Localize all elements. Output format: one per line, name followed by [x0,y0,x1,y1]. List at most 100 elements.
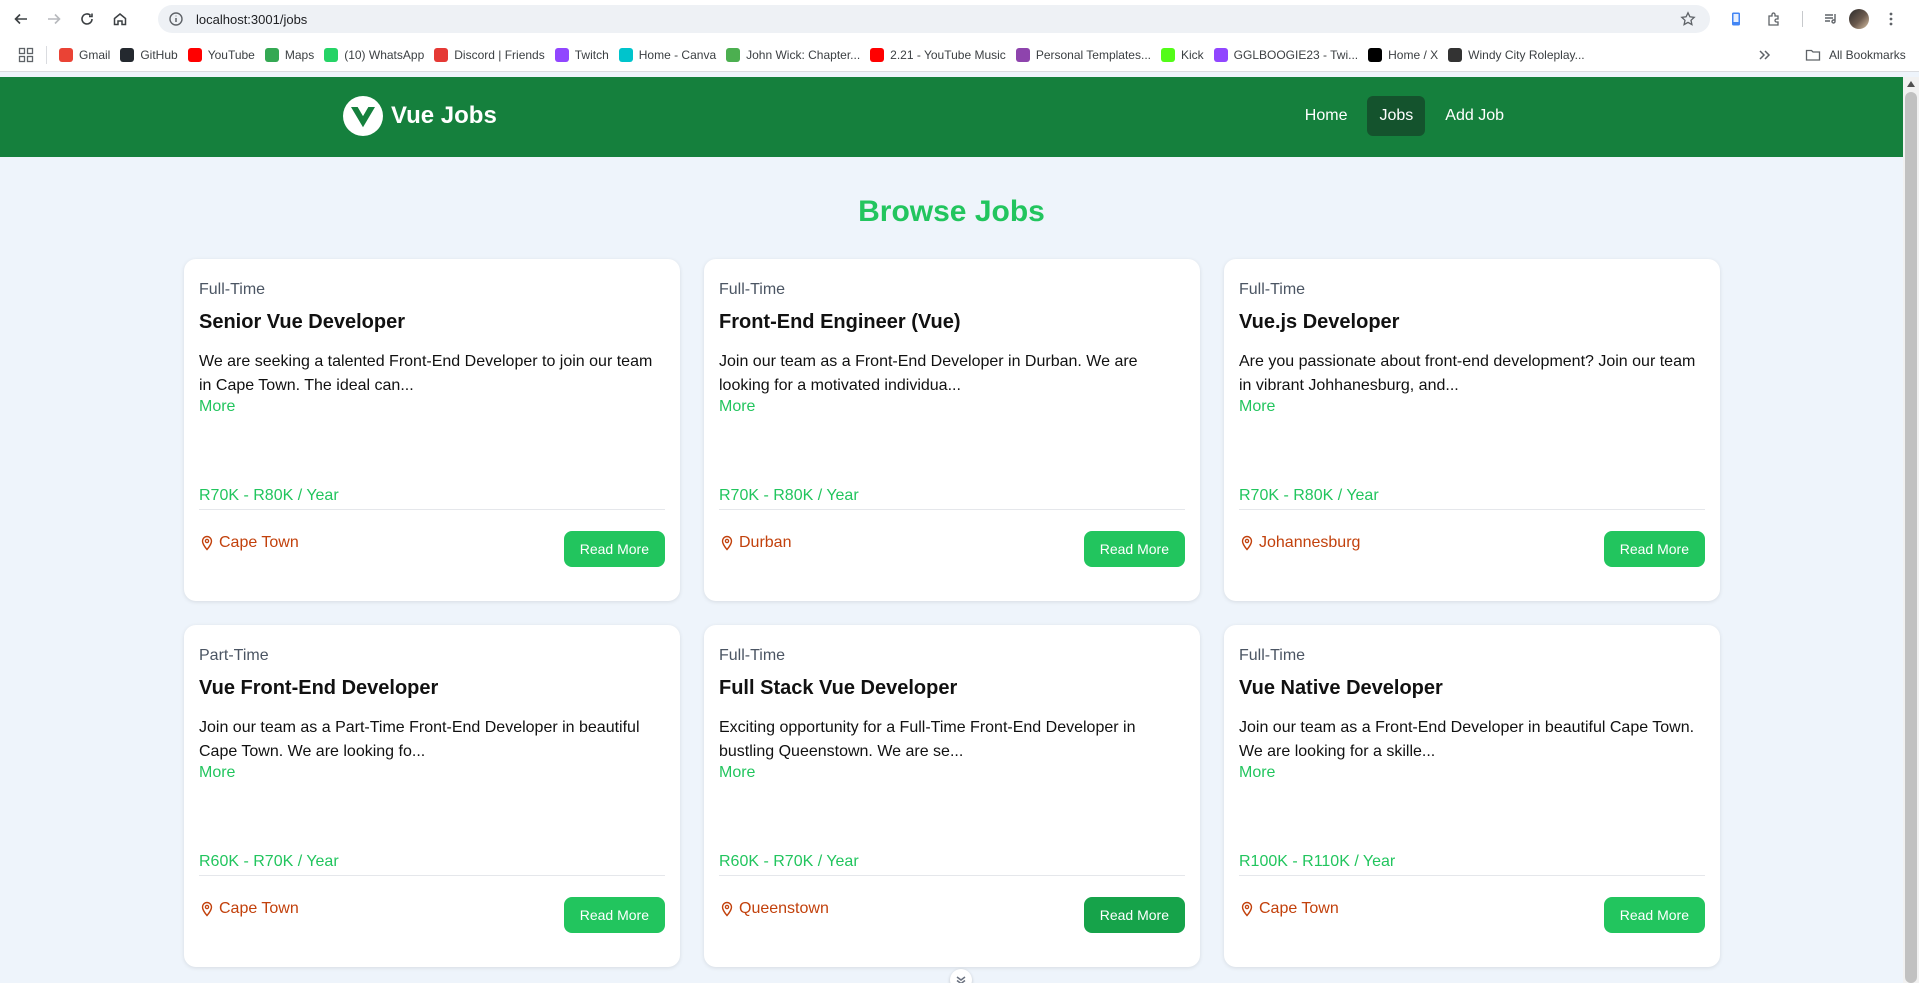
bookmark-item[interactable]: YouTube [183,43,260,67]
profile-avatar[interactable] [1849,9,1869,29]
more-toggle-link[interactable]: More [719,764,1185,782]
extension-phone-icon[interactable] [1726,9,1746,29]
job-location-text: Queenstown [739,900,829,917]
folder-icon [1805,49,1821,61]
bookmark-label: John Wick: Chapter... [746,47,861,62]
vue-logo-icon [343,96,383,136]
bookmark-item[interactable]: Twitch [550,43,614,67]
bookmark-item[interactable]: (10) WhatsApp [319,43,429,67]
bookmark-label: Discord | Friends [454,47,545,62]
bookmark-item[interactable]: Windy City Roleplay... [1443,43,1589,67]
job-type: Part-Time [199,647,269,664]
bookmark-item[interactable]: Home / X [1363,43,1443,67]
read-more-button[interactable]: Read More [1083,531,1185,567]
nav-jobs-link[interactable]: Jobs [1367,96,1426,136]
more-bookmarks-chevron-icon[interactable] [1757,47,1773,63]
bookmark-item[interactable]: Gmail [54,43,115,67]
job-salary: R100K - R110K / Year [1239,853,1396,870]
more-toggle-link[interactable]: More [1239,398,1705,416]
media-controls-icon[interactable] [1821,9,1841,29]
job-salary: R60K - R70K / Year [719,853,859,870]
read-more-button[interactable]: Read More [563,897,665,933]
forward-icon[interactable] [42,7,66,31]
job-location-text: Durban [739,534,792,551]
card-divider [199,875,665,876]
job-salary: R70K - R80K / Year [199,487,339,504]
youtube-icon [187,47,202,62]
bookmark-item[interactable]: Home - Canva [614,43,721,67]
bookmark-label: Twitch [574,47,609,62]
bookmark-item[interactable]: Maps [260,43,319,67]
scroll-up-arrow-icon[interactable] [1907,81,1915,87]
nav-home-link[interactable]: Home [1293,96,1360,136]
job-location: Cape Town [199,534,299,552]
bookmark-label: 2.21 - YouTube Music [890,47,1006,62]
job-description: Join our team as a Part-Time Front-End D… [199,719,640,760]
extensions-puzzle-icon[interactable] [1764,9,1784,29]
toolbar-extensions [1726,8,1901,30]
job-location: Durban [719,534,791,552]
bookmark-item[interactable]: Kick [1156,43,1209,67]
roleplay-icon [1448,47,1463,62]
read-more-button[interactable]: Read More [1603,897,1705,933]
read-more-button[interactable]: Read More [1083,897,1185,933]
all-bookmarks-button[interactable]: All Bookmarks [1805,43,1906,67]
job-title: Vue.js Developer [1239,311,1400,333]
nav-add-job-link[interactable]: Add Job [1433,96,1516,136]
more-toggle-link[interactable]: More [199,764,665,782]
job-title: Full Stack Vue Developer [719,677,958,699]
twitch-icon [1213,47,1228,62]
address-bar[interactable]: localhost:3001/jobs [158,5,1710,33]
bookmark-item[interactable]: Discord | Friends [429,43,549,67]
scroll-down-indicator[interactable] [950,969,972,983]
back-icon[interactable] [9,7,33,31]
templates-icon [1015,47,1030,62]
chrome-menu-icon[interactable] [1881,9,1901,29]
scrollbar-thumb[interactable] [1905,92,1917,983]
read-more-button[interactable]: Read More [563,531,665,567]
home-icon[interactable] [108,7,132,31]
bookmark-item[interactable]: GGLBOOGIE23 - Twi... [1209,43,1363,67]
map-pin-icon [1239,901,1259,917]
more-toggle-link[interactable]: More [199,398,665,416]
more-toggle-link[interactable]: More [719,398,1185,416]
job-title: Vue Front-End Developer [199,677,439,699]
bookmark-label: GGLBOOGIE23 - Twi... [1233,47,1359,62]
job-location: Cape Town [1239,900,1339,918]
card-divider [719,509,1185,510]
card-divider [1239,875,1705,876]
job-salary: R70K - R80K / Year [719,487,859,504]
reload-icon[interactable] [75,7,99,31]
bookmark-label: GitHub [140,47,178,62]
job-description: Are you passionate about front-end devel… [1239,353,1696,394]
job-card: Full-Time Senior Vue Developer We are seek… [184,259,680,601]
brand-link[interactable]: Vue Jobs [343,96,497,136]
map-pin-icon [719,535,739,551]
brand-name: Vue Jobs [391,102,497,129]
job-card: Full-Time Vue.js Developer Are you passion… [1224,259,1720,601]
apps-grid-icon[interactable] [18,47,34,63]
job-location-text: Johannesburg [1259,534,1361,551]
bookmark-item[interactable]: GitHub [115,43,182,67]
all-bookmarks-label: All Bookmarks [1829,48,1906,62]
site-info-icon[interactable] [168,11,184,27]
bookmarks-bar: Gmail GitHub YouTube Maps (10) WhatsApp Disco… [0,38,1919,72]
job-card: Part-Time Vue Front-End Developer Join our… [184,625,680,967]
job-title: Front-End Engineer (Vue) [719,311,961,333]
map-pin-icon [719,901,739,917]
bookmarks-divider [46,45,47,64]
bookmark-star-icon[interactable] [1680,11,1696,27]
read-more-button[interactable]: Read More [1603,531,1705,567]
bookmark-item[interactable]: 2.21 - YouTube Music [865,43,1011,67]
youtube-music-icon [870,47,885,62]
kick-icon [1160,47,1175,62]
bookmark-item[interactable]: John Wick: Chapter... [721,43,865,67]
card-divider [199,509,665,510]
job-type: Full-Time [199,281,266,298]
url-text[interactable]: localhost:3001/jobs [196,12,307,27]
bookmark-item[interactable]: Personal Templates... [1011,43,1156,67]
bookmark-label: Personal Templates... [1035,47,1151,62]
map-pin-icon [199,901,219,917]
job-location: Cape Town [199,900,299,918]
more-toggle-link[interactable]: More [1239,764,1705,782]
